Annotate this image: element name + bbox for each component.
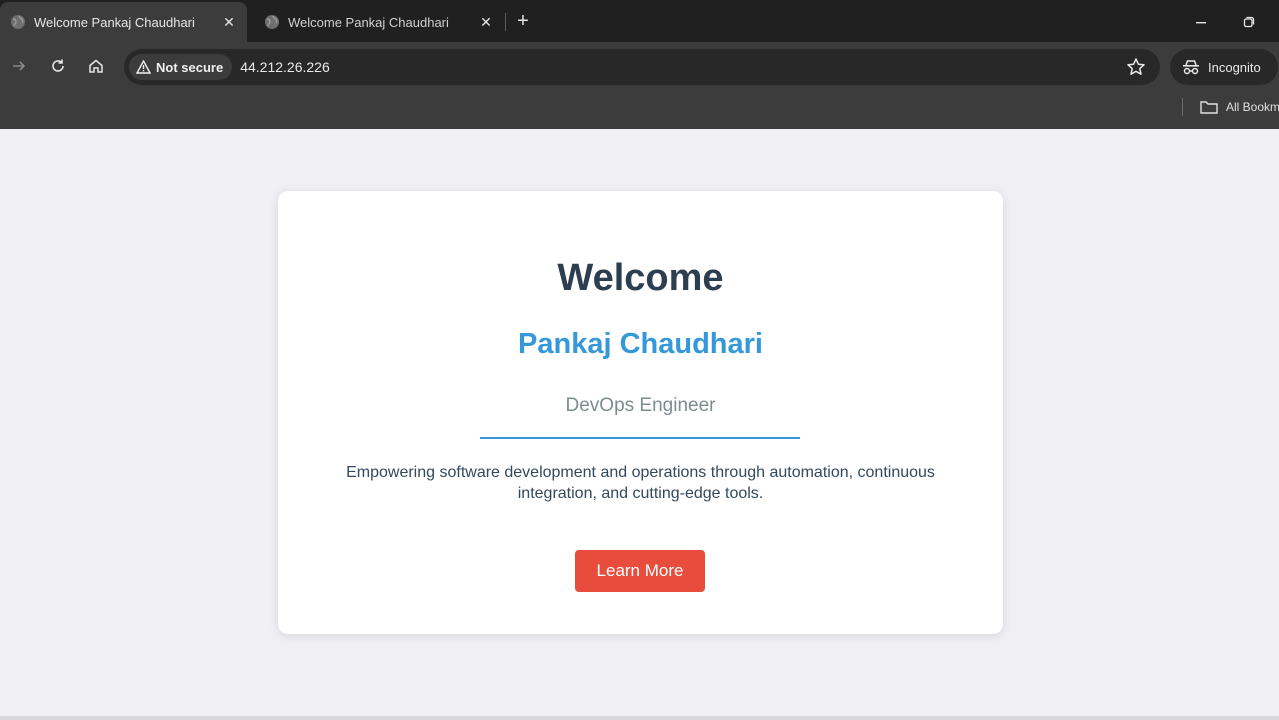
welcome-card: Welcome Pankaj Chaudhari DevOps Engineer…	[278, 191, 1003, 634]
plus-icon[interactable]: +	[512, 10, 534, 32]
tab-title: Welcome Pankaj Chaudhari	[288, 14, 449, 30]
tab-separator	[505, 13, 506, 31]
url-text[interactable]: 44.212.26.226	[240, 59, 330, 75]
divider	[480, 437, 800, 439]
tab-welcome-inactive[interactable]: Welcome Pankaj Chaudhari ✕	[254, 2, 504, 42]
learn-more-button[interactable]: Learn More	[575, 550, 705, 592]
restore-icon[interactable]	[1237, 10, 1261, 34]
person-name: Pankaj Chaudhari	[518, 328, 763, 360]
incognito-label: Incognito	[1208, 59, 1261, 75]
browser-toolbar: Not secure 44.212.26.226 Incognito	[0, 42, 1279, 90]
close-icon[interactable]: ✕	[219, 12, 239, 32]
security-label: Not secure	[156, 59, 224, 75]
folder-icon	[1200, 101, 1218, 114]
home-icon[interactable]	[84, 54, 108, 78]
all-bookmarks-button[interactable]: All Bookmarks	[1200, 96, 1279, 118]
window-bottom-edge	[0, 716, 1279, 720]
tab-title: Welcome Pankaj Chaudhari	[34, 14, 195, 30]
warning-icon	[136, 60, 151, 74]
all-bookmarks-label: All Bookmarks	[1226, 100, 1279, 114]
reload-icon[interactable]	[46, 54, 70, 78]
tab-welcome-active[interactable]: Welcome Pankaj Chaudhari ✕	[0, 2, 247, 42]
globe-icon	[11, 15, 25, 29]
bookmarks-separator	[1182, 98, 1183, 116]
forward-icon[interactable]	[7, 54, 31, 78]
tab-strip: Welcome Pankaj Chaudhari ✕ Welcome Panka…	[0, 0, 1279, 42]
minimize-icon[interactable]	[1189, 10, 1213, 34]
close-icon[interactable]: ✕	[476, 12, 496, 32]
incognito-badge[interactable]: Incognito	[1170, 49, 1278, 85]
job-title: DevOps Engineer	[565, 395, 716, 416]
star-icon[interactable]	[1126, 57, 1146, 77]
bookmarks-bar: All Bookmarks	[0, 90, 1279, 129]
browser-chrome: Welcome Pankaj Chaudhari ✕ Welcome Panka…	[0, 0, 1279, 129]
globe-icon	[265, 15, 279, 29]
security-chip[interactable]: Not secure	[129, 54, 233, 80]
incognito-icon	[1183, 60, 1199, 75]
description: Empowering software development and oper…	[346, 464, 935, 502]
page-title: Welcome	[557, 257, 724, 299]
address-bar[interactable]: Not secure 44.212.26.226	[124, 49, 1160, 85]
